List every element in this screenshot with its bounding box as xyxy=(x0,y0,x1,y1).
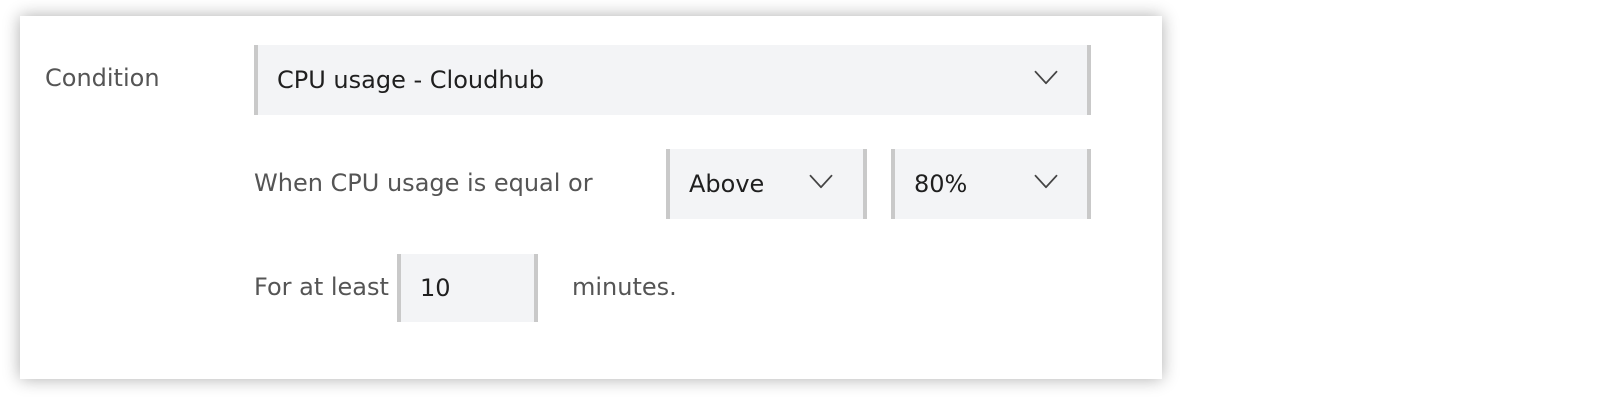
threshold-prefix-text: When CPU usage is equal or xyxy=(254,169,593,197)
minutes-input-value: 10 xyxy=(420,274,451,302)
percent-value: 80% xyxy=(914,170,968,198)
percent-select[interactable]: 80% xyxy=(891,149,1091,219)
chevron-down-icon xyxy=(1034,70,1058,85)
minutes-input[interactable]: 10 xyxy=(397,254,538,322)
alert-condition-panel: Condition CPU usage - Cloudhub When CPU … xyxy=(20,16,1162,379)
chevron-down-icon xyxy=(809,174,833,189)
comparator-value: Above xyxy=(689,170,765,198)
condition-metric-value: CPU usage - Cloudhub xyxy=(277,66,544,94)
duration-prefix-text: For at least xyxy=(254,273,389,301)
condition-metric-select[interactable]: CPU usage - Cloudhub xyxy=(254,45,1091,115)
comparator-select[interactable]: Above xyxy=(666,149,867,219)
chevron-down-icon xyxy=(1034,174,1058,189)
condition-label: Condition xyxy=(45,64,160,92)
duration-suffix-text: minutes. xyxy=(572,273,677,301)
